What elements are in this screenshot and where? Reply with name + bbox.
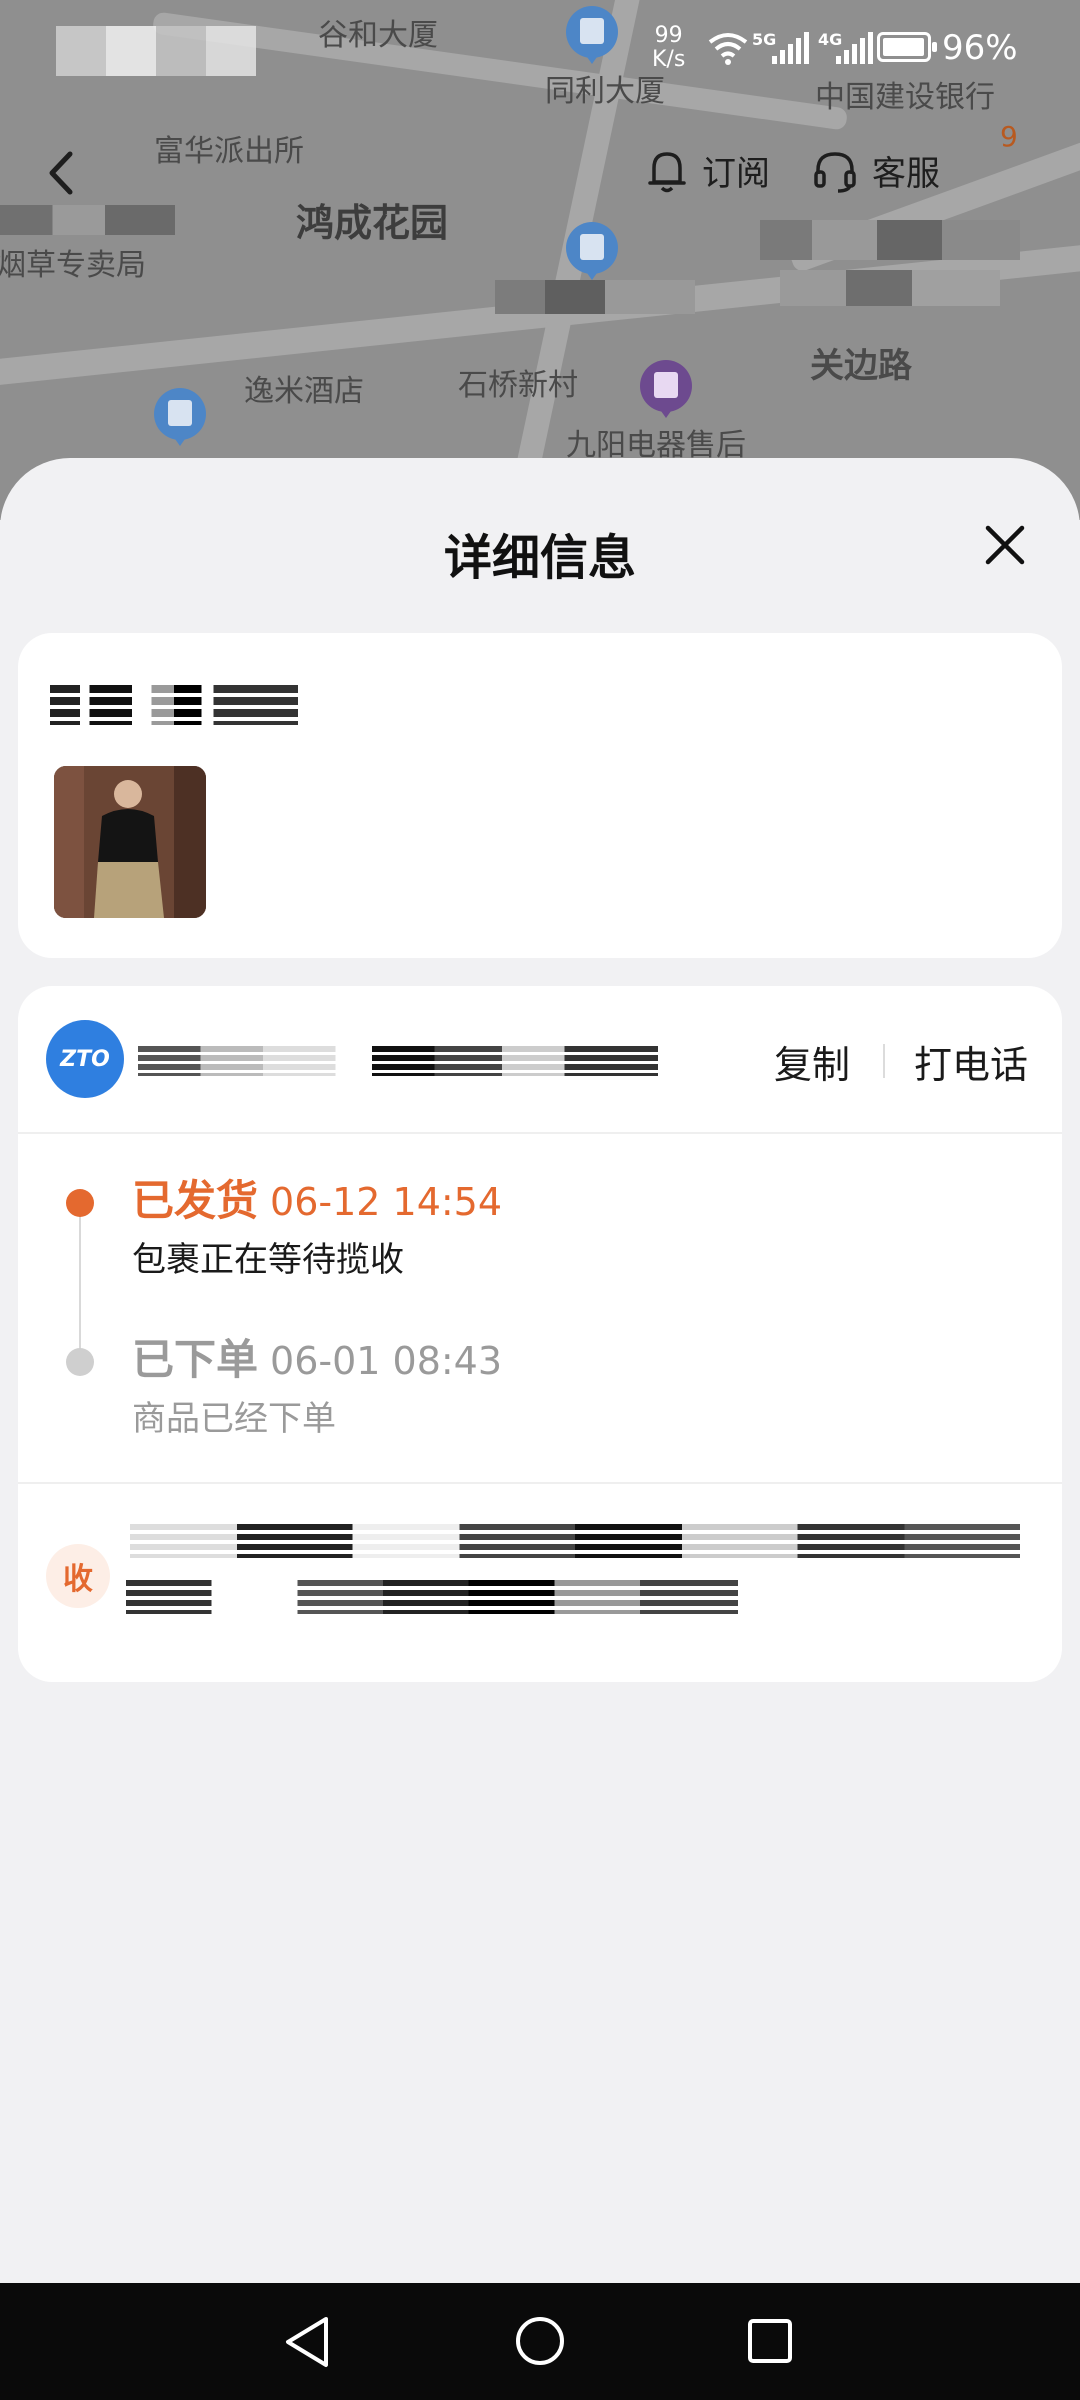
tracking-step-time: 06-12 14:54	[270, 1180, 503, 1224]
redacted-product-title	[50, 685, 298, 725]
redacted-receiver-address	[126, 1580, 738, 1614]
close-icon[interactable]	[980, 520, 1030, 570]
receiver-badge: 收	[46, 1544, 110, 1608]
back-arrow-icon[interactable]	[44, 150, 80, 196]
copy-button[interactable]: 复制	[774, 1034, 850, 1089]
map-label: 烟草专卖局	[0, 248, 146, 283]
redacted-map-area	[780, 270, 1000, 306]
tracking-step-title: 已发货 06-12 14:54	[132, 1176, 503, 1225]
redacted-map-area	[760, 220, 1020, 260]
map-corner-number: 9	[1000, 120, 1018, 153]
tracking-step-desc: 包裹正在等待揽收	[132, 1240, 404, 1280]
status-bar: 99 K/s 5G 4G 96%	[0, 0, 1080, 100]
battery-icon	[877, 32, 937, 62]
customer-service-label: 客服	[872, 154, 940, 194]
product-thumbnail[interactable]	[54, 766, 206, 918]
divider	[883, 1044, 885, 1078]
subscribe-button[interactable]: 订阅	[646, 146, 770, 195]
timeline-dot-active	[66, 1189, 94, 1217]
map-label: 鸿成花园	[296, 201, 449, 245]
net-speed: 99 K/s	[652, 23, 686, 72]
redacted-tracking-number	[138, 1046, 658, 1076]
battery-percent: 96%	[942, 28, 1018, 68]
tracking-step-desc: 商品已经下单	[132, 1399, 336, 1439]
map-label: 富华派出所	[154, 134, 304, 169]
signal-strength-icon	[772, 32, 809, 64]
product-photo-image	[54, 766, 206, 918]
map-pin-icon[interactable]	[566, 222, 618, 280]
map-pin-icon[interactable]	[640, 360, 692, 418]
courier-logo: ZTO	[46, 1020, 124, 1098]
map-label: 关边路	[810, 346, 912, 386]
tracking-step-time: 06-01 08:43	[270, 1339, 503, 1383]
bell-icon	[648, 151, 686, 192]
redacted-map-area	[495, 280, 695, 314]
sheet-title: 详细信息	[443, 530, 636, 586]
recents-square-icon[interactable]	[746, 2317, 794, 2365]
customer-service-button[interactable]: 客服	[812, 146, 940, 195]
back-triangle-icon[interactable]	[282, 2315, 332, 2369]
home-circle-icon[interactable]	[514, 2315, 566, 2367]
system-navigation-bar	[0, 2283, 1080, 2400]
timeline-dot-inactive	[66, 1348, 94, 1376]
divider	[18, 1132, 1062, 1134]
divider	[18, 1482, 1062, 1484]
map-label: 石桥新村	[458, 368, 578, 403]
wifi-icon	[708, 33, 748, 65]
map-pin-icon[interactable]	[154, 388, 206, 446]
detail-sheet: 详细信息 ZTO 复制 打电话 已发货 06-12 14:54 包裹正在等待揽收…	[0, 458, 1080, 2283]
headset-icon	[814, 151, 856, 193]
timeline-line	[79, 1204, 81, 1364]
call-button[interactable]: 打电话	[914, 1034, 1028, 1089]
redacted-map-area	[0, 205, 175, 235]
tracking-step-title: 已下单 06-01 08:43	[132, 1335, 503, 1384]
subscribe-label: 订阅	[702, 154, 770, 194]
map-label: 逸米酒店	[244, 374, 364, 409]
signal-strength-icon	[836, 32, 873, 64]
redacted-carrier	[56, 26, 256, 76]
redacted-receiver-name	[130, 1524, 1020, 1558]
logistics-card: ZTO 复制 打电话 已发货 06-12 14:54 包裹正在等待揽收 已下单 06…	[18, 986, 1062, 1682]
product-card	[18, 633, 1062, 958]
